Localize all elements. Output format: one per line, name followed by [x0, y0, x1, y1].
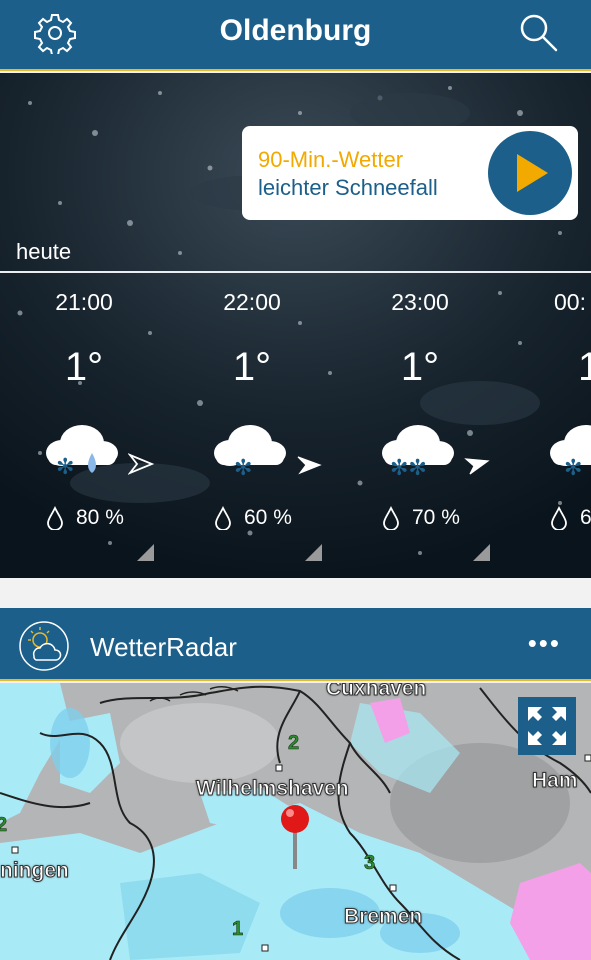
expand-corner [137, 544, 154, 561]
more-options-button[interactable]: ••• [528, 628, 561, 659]
hour-forecast[interactable]: 22:00 1° ✻ 60 % [168, 271, 336, 578]
hour-forecast[interactable]: 23:00 1° ✻✻ 70 % [336, 271, 504, 578]
droplet-icon [383, 506, 399, 530]
light-snow-icon: ✻ [214, 425, 286, 481]
snow-icon: ✻✻ [382, 425, 454, 481]
precip-value: 60 % [244, 506, 292, 529]
nowcast-condition: leichter Schneefall [258, 175, 438, 200]
precip-probability: 6 [550, 506, 591, 530]
city-label: Cuxhaven [325, 683, 427, 701]
play-icon[interactable] [482, 126, 578, 220]
hour-temp: 1 [578, 345, 591, 389]
nowcast-card[interactable]: 90-Min.-Wetter leichter Schneefall [242, 126, 578, 220]
hour-time: 00: [554, 289, 586, 315]
svg-text:3: 3 [364, 852, 375, 874]
hour-temp: 1° [64, 345, 104, 389]
precip-probability: 70 % [382, 506, 460, 530]
snow-rain-icon: ✻ [46, 425, 118, 480]
radar-title: WetterRadar [90, 632, 237, 662]
radar-header[interactable]: WetterRadar ••• [0, 608, 591, 681]
app-header: Oldenburg [0, 0, 591, 71]
wind-direction-icon [297, 456, 322, 475]
hour-temp: 1° [232, 345, 272, 389]
hour-forecast[interactable]: 21:00 1° ✻ 80 % [0, 271, 168, 578]
expand-corner [305, 544, 322, 561]
city-label: ningen [0, 859, 69, 883]
precip-probability: 60 % [214, 506, 292, 530]
hour-temp: 1° [400, 345, 440, 389]
radar-map-canvas: 2 3 1 2 [0, 683, 591, 960]
svg-text:1: 1 [232, 918, 243, 940]
precip-value: 80 % [76, 506, 124, 529]
city-label: Ham [532, 769, 579, 793]
svg-text:✻✻: ✻✻ [390, 456, 427, 481]
fullscreen-button[interactable] [518, 697, 576, 755]
search-icon[interactable] [517, 11, 559, 53]
hour-time: 23:00 [391, 289, 449, 315]
hour-time: 21:00 [55, 289, 113, 315]
precip-probability: 80 % [46, 506, 124, 530]
droplet-icon [47, 506, 63, 530]
sun-cloud-icon [19, 621, 69, 671]
city-label: Bremen [343, 905, 423, 929]
nowcast-title: 90-Min.-Wetter [258, 147, 404, 172]
hour-time: 22:00 [223, 289, 281, 315]
wind-direction-icon [128, 453, 154, 475]
precip-value: 6 [580, 506, 591, 529]
expand-corner [473, 544, 490, 561]
svg-text:2: 2 [0, 814, 7, 836]
today-label: heute [16, 239, 72, 264]
page-title: Oldenburg [219, 14, 372, 47]
precip-value: 70 % [412, 506, 460, 529]
snow-icon: ✻ [550, 425, 591, 481]
svg-text:2: 2 [288, 732, 299, 754]
weather-hero: 90-Min.-Wetter leichter Schneefall heute… [0, 73, 591, 578]
city-label: Wilhelmshaven [196, 777, 350, 801]
droplet-icon [215, 506, 231, 530]
svg-text:✻: ✻ [56, 455, 74, 480]
svg-text:✻: ✻ [234, 456, 252, 481]
droplet-icon [551, 506, 567, 530]
wind-direction-icon [464, 458, 490, 475]
hour-forecast[interactable]: 00: 1 ✻ 6 [504, 271, 591, 578]
svg-text:✻: ✻ [564, 456, 582, 481]
expand-icon [528, 707, 566, 745]
radar-map[interactable]: 2 3 1 2 Cuxhaven Wilhelmshaven Ham ninge… [0, 683, 591, 960]
